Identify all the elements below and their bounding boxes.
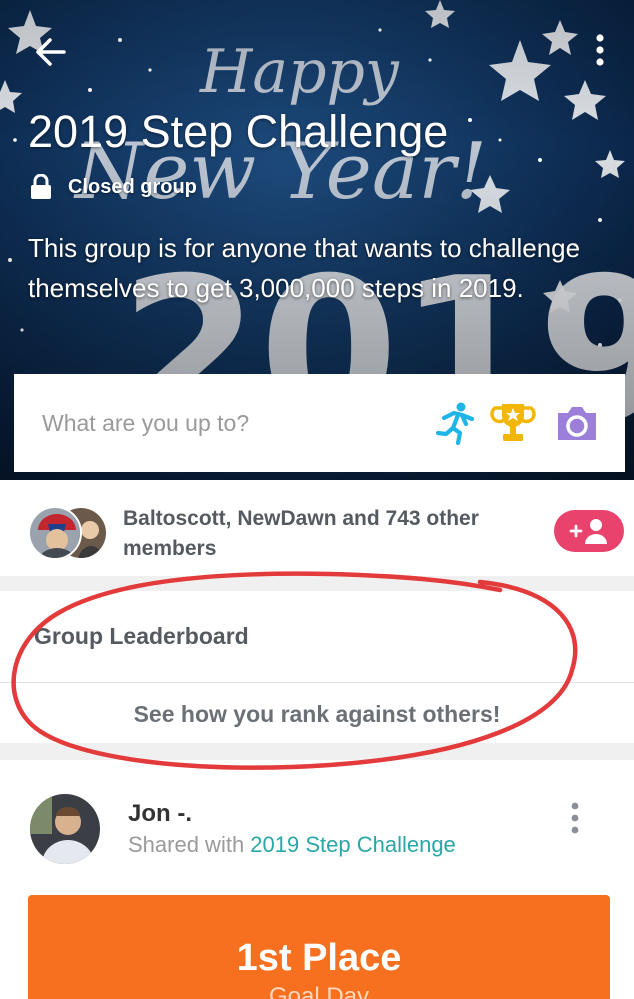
activity-post[interactable]: Jon -. Shared with 2019 Step Challenge 1… bbox=[0, 760, 634, 999]
shared-group-link[interactable]: 2019 Step Challenge bbox=[250, 832, 456, 857]
leaderboard-title: Group Leaderboard bbox=[34, 623, 249, 649]
author-avatar[interactable] bbox=[30, 794, 100, 864]
leaderboard-section[interactable]: Group Leaderboard See how you rank again… bbox=[0, 591, 634, 743]
leaderboard-link[interactable]: See how you rank against others! bbox=[0, 701, 634, 728]
group-title: 2019 Step Challenge bbox=[28, 106, 449, 157]
more-vertical-icon bbox=[596, 34, 604, 66]
back-button[interactable] bbox=[28, 32, 72, 72]
member-avatars[interactable] bbox=[28, 506, 110, 560]
privacy-label: Closed group bbox=[68, 175, 197, 198]
section-gap bbox=[0, 743, 634, 760]
back-arrow-icon bbox=[36, 38, 66, 66]
add-photo-button[interactable] bbox=[554, 400, 600, 446]
achievement-subtitle: Goal Day bbox=[268, 983, 370, 999]
post-composer[interactable]: What are you up to? bbox=[14, 374, 625, 472]
running-figure-icon bbox=[435, 402, 475, 446]
group-description: This group is for anyone that wants to c… bbox=[28, 233, 581, 303]
achievement-title: 1st Place bbox=[236, 937, 402, 979]
add-member-icon bbox=[569, 519, 607, 544]
author-photo-icon bbox=[30, 794, 100, 864]
group-page: Happy New Year! 2019 2019 Step Challenge… bbox=[0, 0, 634, 999]
more-options-button[interactable] bbox=[584, 30, 616, 72]
member-avatar bbox=[28, 506, 82, 560]
shared-prefix: Shared with bbox=[128, 832, 251, 857]
log-achievement-button[interactable] bbox=[490, 400, 536, 446]
lock-icon bbox=[31, 174, 51, 199]
post-options-button[interactable] bbox=[562, 800, 588, 836]
achievement-card[interactable]: 1st Place Goal Day bbox=[28, 895, 610, 999]
members-summary[interactable]: Baltoscott, NewDawn and 743 other member… bbox=[123, 504, 543, 564]
camera-icon bbox=[558, 407, 596, 440]
post-author[interactable]: Jon -. bbox=[128, 800, 192, 828]
section-gap bbox=[0, 576, 634, 591]
privacy-status: Closed group bbox=[30, 172, 197, 202]
composer-placeholder[interactable]: What are you up to? bbox=[42, 410, 249, 437]
post-audience: Shared with 2019 Step Challenge bbox=[128, 832, 456, 858]
more-vertical-icon bbox=[571, 802, 579, 834]
members-row[interactable]: Baltoscott, NewDawn and 743 other member… bbox=[0, 490, 634, 576]
leaderboard-divider bbox=[0, 682, 634, 683]
join-group-button[interactable] bbox=[554, 510, 624, 552]
trophy-icon bbox=[490, 404, 536, 441]
log-activity-button[interactable] bbox=[432, 400, 478, 446]
